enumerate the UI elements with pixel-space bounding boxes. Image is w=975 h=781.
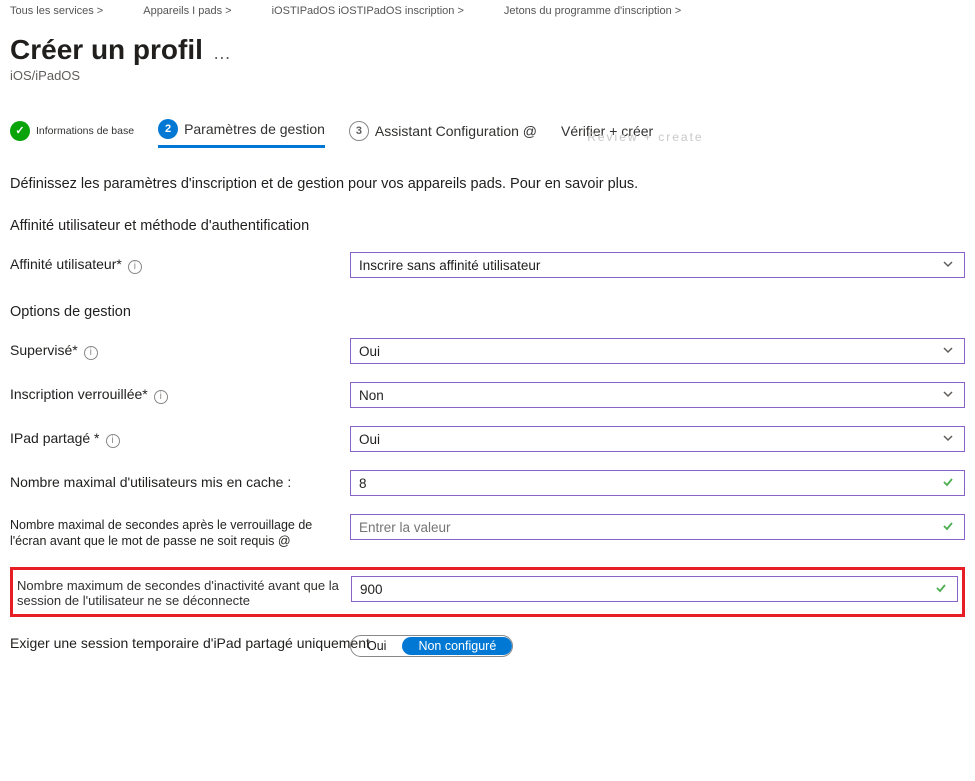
check-icon: ✓ <box>10 121 30 141</box>
breadcrumb-ios-enrollment[interactable]: iOSTIPadOS iOSTIPadOS inscription > <box>272 5 464 17</box>
select-value: Oui <box>359 344 380 359</box>
field-locked-enrollment: Inscription verrouillée*i Non <box>10 382 965 408</box>
field-label: Nombre maximum de secondes d'inactivité … <box>17 576 351 608</box>
more-actions-button[interactable]: … <box>213 43 232 64</box>
supervised-select[interactable]: Oui <box>350 338 965 364</box>
wizard-step-label: Paramètres de gestion <box>184 121 325 137</box>
wizard-step-management[interactable]: 2 Paramètres de gestion <box>158 119 325 148</box>
shared-ipad-select[interactable]: Oui <box>350 426 965 452</box>
select-value: Inscrire sans affinité utilisateur <box>359 258 540 273</box>
select-value: Oui <box>359 432 380 447</box>
breadcrumb-devices[interactable]: Appareils I pads > <box>143 5 231 17</box>
field-label: Supervisé*i <box>10 342 350 360</box>
field-max-cached-users: Nombre maximal d'utilisateurs mis en cac… <box>10 470 965 496</box>
step-number-icon: 3 <box>349 121 369 141</box>
breadcrumb-enrollment-tokens[interactable]: Jetons du programme d'inscription > <box>504 5 681 17</box>
field-shared-ipad: IPad partagé *i Oui <box>10 426 965 452</box>
chevron-down-icon <box>942 258 956 272</box>
section-options-title: Options de gestion <box>10 304 965 320</box>
page-subtitle: iOS/iPadOS <box>10 68 965 83</box>
chevron-down-icon <box>942 388 956 402</box>
max-seconds-inactivity-input[interactable]: 900 <box>351 576 958 602</box>
wizard-step-label: Assistant Configuration @ <box>375 123 537 139</box>
field-label: Nombre maximal d'utilisateurs mis en cac… <box>10 474 350 492</box>
check-icon <box>935 582 949 596</box>
user-affinity-select[interactable]: Inscrire sans affinité utilisateur <box>350 252 965 278</box>
max-seconds-lock-input[interactable] <box>350 514 965 540</box>
field-label: IPad partagé *i <box>10 430 350 448</box>
toggle-option-not-configured[interactable]: Non configuré <box>402 637 512 655</box>
info-icon[interactable]: i <box>154 390 168 404</box>
info-icon[interactable]: i <box>84 346 98 360</box>
info-icon[interactable]: i <box>106 434 120 448</box>
step-number-icon: 2 <box>158 119 178 139</box>
page-title: Créer un profil <box>10 34 203 66</box>
field-label: Inscription verrouillée*i <box>10 386 350 404</box>
locked-enrollment-select[interactable]: Non <box>350 382 965 408</box>
input-value: 900 <box>360 582 383 597</box>
check-icon <box>942 520 956 534</box>
wizard-step-basics[interactable]: ✓ Informations de base <box>10 121 134 147</box>
field-temp-session: Exiger une session temporaire d'iPad par… <box>10 635 965 661</box>
wizard-step-setup-assistant[interactable]: 3 Assistant Configuration @ <box>349 121 537 147</box>
form-description: Définissez les paramètres d'inscription … <box>10 176 965 192</box>
field-label: Nombre maximal de secondes après le verr… <box>10 514 350 549</box>
chevron-down-icon <box>942 344 956 358</box>
select-value: Non <box>359 388 384 403</box>
field-max-seconds-lock: Nombre maximal de secondes après le verr… <box>10 514 965 549</box>
field-supervised: Supervisé*i Oui <box>10 338 965 364</box>
toggle-option-yes[interactable]: Oui <box>351 637 402 655</box>
chevron-down-icon <box>942 432 956 446</box>
field-user-affinity: Affinité utilisateur*i Inscrire sans aff… <box>10 252 965 278</box>
breadcrumb: Tous les services > Appareils I pads > i… <box>10 0 965 20</box>
wizard-steps: ✓ Informations de base 2 Paramètres de g… <box>10 119 965 148</box>
field-max-seconds-inactivity-highlight: Nombre maximum de secondes d'inactivité … <box>10 567 965 617</box>
section-affinity-title: Affinité utilisateur et méthode d'authen… <box>10 218 965 234</box>
input-value: 8 <box>359 476 367 491</box>
info-icon[interactable]: i <box>128 260 142 274</box>
max-cached-users-input[interactable]: 8 <box>350 470 965 496</box>
text-input[interactable] <box>359 520 942 535</box>
field-label: Affinité utilisateur*i <box>10 256 350 274</box>
temp-session-toggle[interactable]: Oui Non configuré <box>350 635 513 657</box>
breadcrumb-all-services[interactable]: Tous les services > <box>10 5 103 17</box>
check-icon <box>942 476 956 490</box>
ghost-text: Review + create <box>587 130 703 144</box>
wizard-step-label: Informations de base <box>36 125 134 137</box>
